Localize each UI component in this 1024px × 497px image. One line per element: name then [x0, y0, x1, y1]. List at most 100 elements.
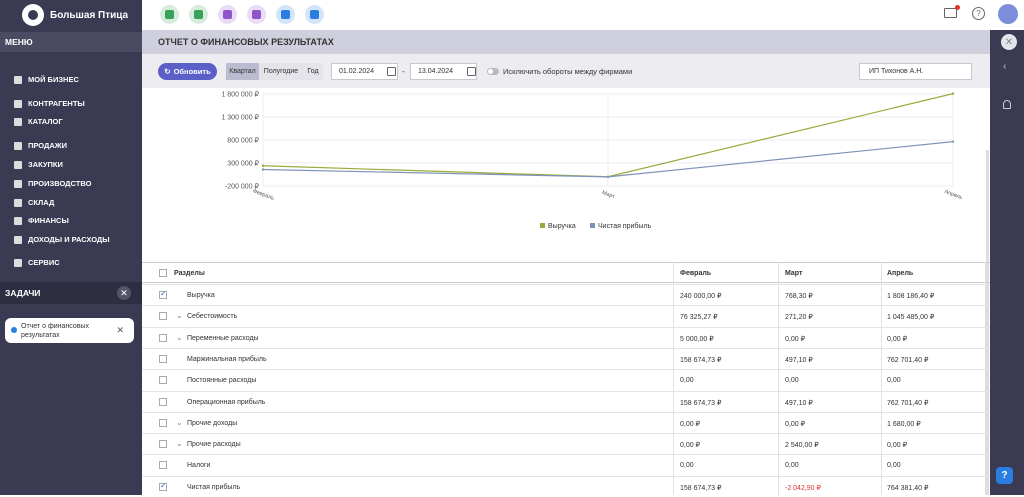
table-row[interactable]: Операционная прибыль 158 674,73 ₽ 497,10 ₽… — [142, 390, 990, 412]
sidebar-item[interactable]: КОНТРАГЕНТЫ — [14, 99, 85, 108]
row-value: 0,00 ₽ — [785, 420, 806, 428]
support-chat-button[interactable]: ? — [996, 467, 1013, 484]
refresh-icon: ↻ — [164, 67, 171, 76]
data-point — [261, 164, 265, 167]
sidebar-item[interactable]: КАТАЛОГ — [14, 117, 63, 126]
select-all-checkbox[interactable] — [159, 269, 167, 277]
sidebar-item-label: МОЙ БИЗНЕС — [28, 75, 79, 84]
calendar-icon[interactable] — [467, 67, 476, 76]
chevron-down-icon[interactable]: ⌄ — [176, 311, 183, 320]
row-value: -2 042,90 ₽ — [785, 484, 821, 492]
y-tick-label: 1 300 000 ₽ — [221, 114, 259, 122]
row-checkbox[interactable] — [159, 418, 167, 427]
legend-swatch — [540, 223, 545, 228]
row-label: Себестоимость — [187, 313, 238, 321]
row-value: 158 674,73 ₽ — [680, 484, 722, 492]
app-glyph — [310, 10, 319, 19]
refresh-button[interactable]: ↻ Обновить — [158, 63, 217, 80]
row-checkbox[interactable] — [159, 289, 167, 299]
exclude-toggle[interactable] — [487, 68, 499, 75]
x-tick-label: Февраль — [252, 188, 275, 201]
row-label: Маржинальная прибыль — [187, 355, 267, 363]
table-row[interactable]: Маржинальная прибыль 158 674,73 ₽ 497,10 ₽… — [142, 347, 990, 369]
sidebar-item-label: КОНТРАГЕНТЫ — [28, 99, 85, 108]
sidebar-item[interactable]: ФИНАНСЫ — [14, 216, 69, 225]
row-label: Чистая прибыль — [187, 483, 241, 491]
data-point — [951, 140, 955, 143]
table-row[interactable]: Чистая прибыль 158 674,73 ₽ -2 042,90 ₽ 764… — [142, 475, 990, 497]
column-header: Март — [785, 270, 803, 277]
row-label: Прочие расходы — [187, 441, 241, 449]
y-tick-label: 800 000 ₽ — [227, 137, 259, 145]
sidebar-item[interactable]: ДОХОДЫ И РАСХОДЫ — [14, 235, 110, 244]
phone-icon[interactable] — [218, 5, 237, 24]
row-checkbox[interactable] — [159, 461, 167, 470]
task-status-dot — [11, 327, 17, 333]
app-glyph — [194, 10, 203, 19]
table-row[interactable]: ⌄ Прочие расходы 0,00 ₽ 2 540,00 ₽ 0,00 ₽ — [142, 433, 990, 454]
tab-quarter[interactable]: Квартал — [226, 63, 259, 80]
help-icon[interactable]: ? — [972, 7, 985, 20]
chevron-down-icon[interactable]: ⌄ — [176, 439, 183, 448]
legend-label: Чистая прибыль — [598, 222, 652, 230]
row-value: 0,00 — [887, 377, 901, 385]
calendar-icon[interactable] — [387, 67, 396, 76]
close-tasks-icon[interactable]: ✕ — [117, 286, 131, 300]
sidebar-item[interactable]: ПРОИЗВОДСТВО — [14, 179, 91, 188]
table-row[interactable]: Выручка 240 000,00 ₽ 768,30 ₽ 1 808 186,40 … — [142, 284, 990, 305]
row-value: 0,00 ₽ — [785, 335, 806, 343]
row-value: 158 674,73 ₽ — [680, 356, 722, 364]
chevron-down-icon[interactable]: ⌄ — [176, 418, 183, 427]
row-value: 0,00 — [680, 377, 694, 385]
close-icon[interactable]: ✕ — [116, 326, 124, 335]
sidebar-item-label: СКЛАД — [28, 198, 55, 207]
files-icon[interactable] — [305, 5, 324, 24]
row-checkbox[interactable] — [159, 312, 167, 321]
close-icon[interactable]: ✕ — [1001, 34, 1017, 50]
bell-icon[interactable] — [1003, 100, 1011, 109]
row-label: Налоги — [187, 462, 211, 470]
row-checkbox[interactable] — [159, 397, 167, 406]
table-row[interactable]: ⌄ Себестоимость 76 325,27 ₽ 271,20 ₽ 1 045 4… — [142, 305, 990, 326]
row-value: 1 680,00 ₽ — [887, 420, 921, 428]
binoculars-icon[interactable] — [276, 5, 295, 24]
document-icon[interactable] — [247, 5, 266, 24]
brand-name: Большая Птица — [50, 9, 129, 21]
tab-year[interactable]: Год — [303, 63, 323, 80]
brand-logo[interactable]: Большая Птица — [0, 0, 142, 30]
menu-header: МЕНЮ — [0, 32, 142, 52]
sidebar-item[interactable]: МОЙ БИЗНЕС — [14, 75, 79, 84]
table-row[interactable]: Постоянные расходы 0,00 0,00 0,00 — [142, 369, 990, 390]
row-checkbox[interactable] — [159, 354, 167, 363]
task-card[interactable]: Отчет о финансовых результатах ✕ — [5, 318, 134, 343]
chevron-down-icon[interactable]: ⌄ — [176, 333, 183, 342]
app-glyph — [252, 10, 261, 19]
column-divider — [881, 262, 882, 495]
cashier-icon[interactable] — [160, 5, 179, 24]
table-row[interactable]: ⌄ Прочие доходы 0,00 ₽ 0,00 ₽ 1 680,00 ₽ — [142, 411, 990, 433]
row-checkbox[interactable] — [159, 440, 167, 449]
sidebar-item[interactable]: СКЛАД — [14, 198, 54, 207]
firm-select[interactable]: ИП Тихонов А.Н. — [859, 63, 972, 80]
row-checkbox[interactable] — [159, 481, 167, 491]
app-glyph — [223, 10, 232, 19]
row-value: 0,00 ₽ — [887, 442, 908, 450]
data-point — [951, 92, 955, 95]
tab-half-year[interactable]: Полугодие — [259, 63, 303, 80]
chevron-left-icon[interactable]: ‹ — [1003, 61, 1006, 72]
row-value: 76 325,27 ₽ — [680, 314, 718, 322]
sidebar-item[interactable]: СЕРВИС — [14, 258, 60, 267]
factory-icon — [14, 179, 22, 188]
column-divider — [778, 262, 779, 495]
sidebar-item-label: ПРОДАЖИ — [28, 141, 67, 150]
sidebar-item[interactable]: ПРОДАЖИ — [14, 141, 67, 150]
row-checkbox[interactable] — [159, 333, 167, 342]
sidebar-item[interactable]: ЗАКУПКИ — [14, 160, 63, 169]
row-checkbox[interactable] — [159, 376, 167, 385]
desk-icon[interactable] — [189, 5, 208, 24]
legend-label: Выручка — [548, 223, 576, 230]
table-row[interactable]: ⌄ Переменные расходы 5 000,00 ₽ 0,00 ₽ 0,00 … — [142, 326, 990, 348]
y-tick-label: 1 800 000 ₽ — [221, 91, 259, 99]
table-row[interactable]: Налоги 0,00 0,00 0,00 — [142, 454, 990, 475]
avatar[interactable] — [998, 4, 1018, 24]
